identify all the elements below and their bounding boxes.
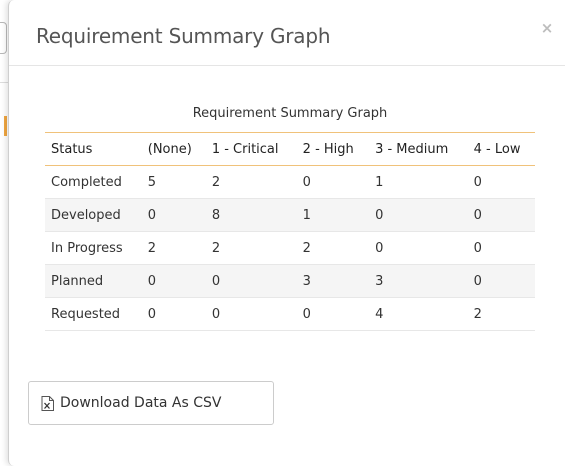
row-status: Developed — [45, 198, 142, 232]
table-caption: Requirement Summary Graph — [192, 106, 388, 121]
table-cell: 3 — [296, 264, 370, 298]
table-header-row: Status (None) 1 - Critical 2 - High 3 - … — [45, 132, 535, 166]
dialog-title: Requirement Summary Graph — [36, 24, 331, 48]
column-header-high: 2 - High — [296, 132, 370, 166]
table-cell: 3 — [369, 264, 468, 298]
table-row: In Progress 2 2 2 0 0 — [45, 231, 535, 265]
table-cell: 1 — [296, 198, 370, 232]
table-row: Completed 5 2 0 1 0 — [45, 165, 535, 199]
download-csv-button[interactable]: Download Data As CSV — [28, 381, 274, 425]
table-row: Requested 0 0 0 4 2 — [45, 297, 535, 331]
table-cell: 0 — [205, 297, 297, 331]
table-cell: 5 — [141, 165, 206, 199]
table-cell: 2 — [205, 231, 297, 265]
requirement-summary-table: Status (None) 1 - Critical 2 - High 3 - … — [45, 132, 535, 331]
table-cell: 4 — [369, 297, 468, 331]
table-cell: 0 — [296, 165, 370, 199]
table-cell: 0 — [369, 231, 468, 265]
table-cell: 0 — [467, 165, 535, 199]
row-status: Requested — [45, 297, 142, 331]
table-cell: 0 — [141, 264, 206, 298]
table-cell: 0 — [467, 264, 535, 298]
table-cell: 0 — [369, 198, 468, 232]
column-header-critical: 1 - Critical — [205, 132, 297, 166]
summary-graph-dialog: Requirement Summary Graph × Requirement … — [8, 0, 565, 466]
table-cell: 2 — [141, 231, 206, 265]
table-row: Planned 0 0 3 3 0 — [45, 264, 535, 298]
table-cell: 0 — [296, 297, 370, 331]
row-status: Completed — [45, 165, 142, 199]
background-divider-fragment — [0, 82, 8, 83]
row-status: Planned — [45, 264, 142, 298]
background-accent-fragment — [4, 116, 7, 136]
table-cell: 8 — [205, 198, 297, 232]
table-row: Developed 0 8 1 0 0 — [45, 198, 535, 232]
background-button-fragment — [0, 22, 7, 54]
column-header-none: (None) — [141, 132, 206, 166]
column-header-low: 4 - Low — [467, 132, 535, 166]
download-csv-label: Download Data As CSV — [60, 395, 222, 411]
table-cell: 0 — [467, 231, 535, 265]
row-status: In Progress — [45, 231, 142, 265]
table-cell: 0 — [141, 198, 206, 232]
table-cell: 0 — [141, 297, 206, 331]
table-cell: 2 — [205, 165, 297, 199]
table-cell: 0 — [467, 198, 535, 232]
table-cell: 0 — [205, 264, 297, 298]
table-cell: 2 — [296, 231, 370, 265]
table-cell: 2 — [467, 297, 535, 331]
table-cell: 1 — [369, 165, 468, 199]
column-header-status: Status — [45, 132, 142, 166]
excel-file-icon — [41, 395, 54, 411]
column-header-medium: 3 - Medium — [369, 132, 468, 166]
dialog-header: Requirement Summary Graph × — [9, 0, 565, 66]
close-icon[interactable]: × — [539, 20, 555, 36]
